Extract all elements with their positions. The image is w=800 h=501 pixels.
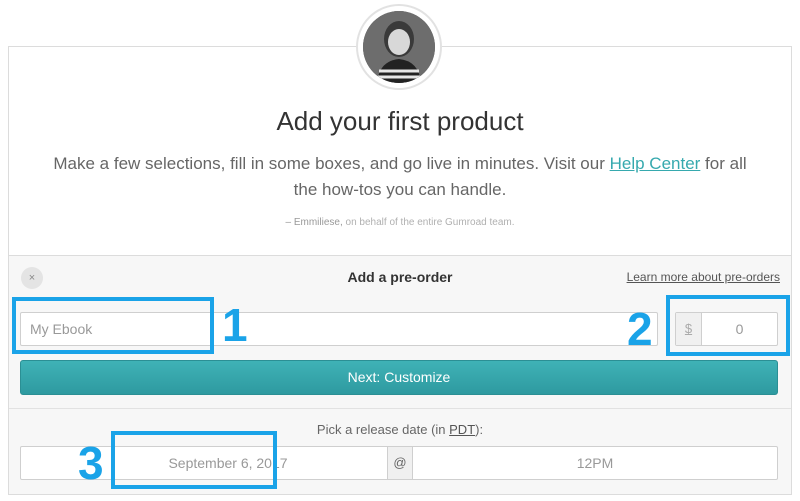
release-time-input[interactable]: 12PM	[413, 447, 777, 479]
page-description: Make a few selections, fill in some boxe…	[40, 151, 760, 203]
highlight-box-3	[111, 431, 277, 489]
avatar	[356, 4, 442, 90]
person-icon	[363, 11, 435, 83]
highlight-box-2	[666, 295, 790, 356]
at-separator: @	[387, 447, 413, 479]
annotation-number-1: 1	[222, 299, 248, 351]
divider	[9, 408, 791, 409]
release-label-text: Pick a release date (in	[316, 422, 450, 437]
next-customize-button[interactable]: Next: Customize	[20, 360, 778, 395]
highlight-box-1	[12, 297, 214, 354]
page: Add your first product Make a few select…	[0, 0, 800, 501]
signature-name: – Emmiliese,	[285, 217, 343, 228]
annotation-number-2: 2	[627, 303, 653, 355]
help-center-link[interactable]: Help Center	[610, 154, 701, 173]
release-label-end: ):	[475, 422, 484, 437]
timezone-label: PDT	[449, 422, 476, 437]
signature: – Emmiliese, on behalf of the entire Gum…	[0, 217, 800, 228]
avatar-photo	[363, 11, 435, 83]
annotation-number-3: 3	[78, 437, 104, 489]
signature-text: on behalf of the entire Gumroad team.	[342, 217, 515, 228]
description-text: Make a few selections, fill in some boxe…	[53, 154, 610, 173]
learn-more-link[interactable]: Learn more about pre-orders	[627, 270, 780, 284]
page-title: Add your first product	[276, 106, 524, 136]
